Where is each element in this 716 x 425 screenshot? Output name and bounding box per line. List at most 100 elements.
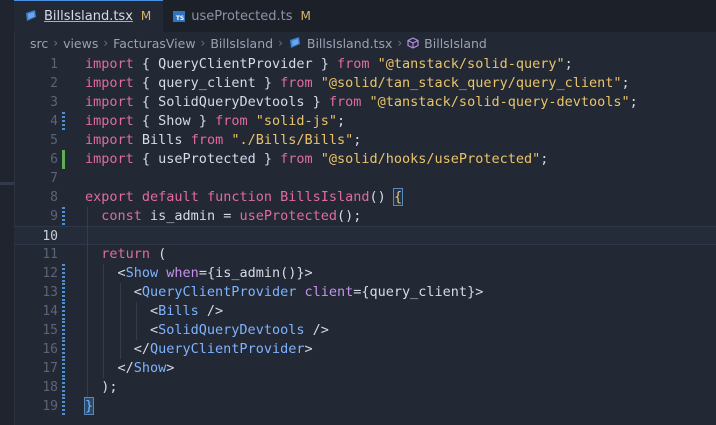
code-token: ; <box>353 132 362 148</box>
code-text: import { query_client } from "@solid/tan… <box>85 74 630 93</box>
code-token: { <box>392 188 404 206</box>
code-line[interactable]: 8 export default function BillsIsland() { <box>14 188 716 207</box>
code-token: { <box>133 113 159 129</box>
line-number: 13 <box>42 285 58 300</box>
git-modified-marker[interactable] <box>62 359 65 378</box>
code-token: "@solid/hooks/useProtected" <box>320 151 541 167</box>
code-token: "@tanstack/solid-query" <box>377 56 565 72</box>
code-token: import <box>85 113 134 129</box>
code-token: "@tanstack/solid-query-devtools" <box>369 94 630 110</box>
code-editor[interactable]: 1 import { QueryClientProvider } from "@t… <box>14 54 716 425</box>
chevron-right-icon: › <box>200 36 206 50</box>
code-token: query_client <box>369 284 468 300</box>
git-modified-marker[interactable] <box>62 321 65 340</box>
activity-bar-edge <box>0 0 15 425</box>
code-line[interactable]: 17 </Show> <box>14 359 716 378</box>
code-token: > <box>304 341 313 357</box>
code-token: BillsIsland <box>280 189 370 205</box>
breadcrumb-item[interactable]: views <box>63 36 98 51</box>
ts-icon: TS <box>173 10 186 22</box>
git-modified-marker[interactable] <box>62 112 65 131</box>
git-modified-marker[interactable] <box>62 264 65 283</box>
code-token: }> <box>467 284 484 300</box>
git-modified-marker[interactable] <box>62 340 65 359</box>
tab-use-protected[interactable]: TS useProtected.ts M <box>163 0 323 32</box>
code-token: QueryClientProvider <box>150 341 305 357</box>
tab-label: useProtected.ts <box>191 8 293 24</box>
code-token: } <box>255 75 281 91</box>
code-line[interactable]: 2 import { query_client } from "@solid/ta… <box>14 74 716 93</box>
code-token: client <box>304 284 354 300</box>
code-token: = <box>215 208 240 224</box>
code-line[interactable]: 3 import { SolidQueryDevtools } from "@ta… <box>14 93 716 112</box>
code-token: ; <box>564 56 573 72</box>
code-line[interactable]: 12 <Show when={is_admin()}> <box>14 264 716 283</box>
line-number: 19 <box>42 399 58 414</box>
code-line[interactable]: 7 <box>14 169 716 188</box>
code-token: default <box>141 189 199 205</box>
breadcrumb-item[interactable]: BillsIsland <box>424 36 487 51</box>
code-token: } <box>255 151 281 167</box>
code-line[interactable]: 4 import { Show } from "solid-js"; <box>14 112 716 131</box>
breadcrumb-item[interactable]: BillsIsland <box>210 36 273 51</box>
code-text: <Bills /> <box>85 302 223 321</box>
modified-indicator: M <box>300 9 311 23</box>
code-token: ()}> <box>280 265 313 281</box>
git-modified-marker[interactable] <box>62 397 65 416</box>
code-text: import { SolidQueryDevtools } from "@tan… <box>85 93 638 112</box>
line-number: 18 <box>42 380 58 395</box>
code-line[interactable]: 18 ); <box>14 378 716 397</box>
code-token: from <box>280 75 313 91</box>
line-number: 1 <box>50 57 58 72</box>
line-number: 7 <box>50 171 58 186</box>
code-token: > <box>166 360 175 376</box>
chevron-right-icon: › <box>397 36 403 50</box>
tab-bills-island[interactable]: BillsIsland.tsx M <box>14 0 164 32</box>
breadcrumb-item[interactable]: FacturasView <box>113 36 195 51</box>
line-number: 17 <box>42 361 58 376</box>
code-line[interactable]: 11 return ( <box>14 245 716 264</box>
code-token: import <box>85 94 134 110</box>
code-line[interactable]: 1 import { QueryClientProvider } from "@t… <box>14 55 716 74</box>
code-text: export default function BillsIsland() { <box>85 188 404 207</box>
code-text: <QueryClientProvider client={query_clien… <box>85 283 484 302</box>
code-token: import <box>85 75 134 91</box>
line-number: 14 <box>42 304 58 319</box>
code-token: from <box>190 132 224 148</box>
code-token: < <box>85 265 126 281</box>
code-line[interactable]: 6 import { useProtected } from "@solid/ho… <box>14 150 716 169</box>
git-modified-marker[interactable] <box>62 207 65 226</box>
code-token: from <box>215 113 248 129</box>
git-modified-marker[interactable] <box>62 302 65 321</box>
breadcrumb-item[interactable]: BillsIsland.tsx <box>307 36 392 51</box>
line-number: 16 <box>42 342 58 357</box>
code-token: ; <box>540 151 549 167</box>
code-token: when <box>166 265 199 281</box>
tab-label: BillsIsland.tsx <box>44 8 133 24</box>
code-token: ; <box>621 75 630 91</box>
code-token: QueryClientProvider <box>158 56 313 72</box>
git-modified-marker[interactable] <box>62 283 65 302</box>
indent-guide <box>135 302 137 340</box>
code-token: } <box>83 397 95 415</box>
symbol-method-icon <box>407 37 419 49</box>
code-line[interactable]: 5 import Bills from "./Bills/Bills"; <box>14 131 716 150</box>
code-token: < <box>85 284 142 300</box>
line-number: 2 <box>50 76 58 91</box>
breadcrumb-item[interactable]: src <box>30 36 48 51</box>
code-line[interactable]: 19} <box>14 397 716 416</box>
git-added-marker[interactable] <box>62 150 65 169</box>
code-token: Show <box>158 113 191 129</box>
git-modified-marker[interactable] <box>62 378 65 397</box>
code-line[interactable]: 9 const is_admin = useProtected(); <box>14 207 716 226</box>
code-token: /> <box>198 303 224 319</box>
code-line[interactable]: 10 <box>14 226 716 245</box>
line-number: 11 <box>42 247 58 262</box>
code-token: Bills <box>141 132 183 148</box>
code-text: ); <box>85 378 117 397</box>
